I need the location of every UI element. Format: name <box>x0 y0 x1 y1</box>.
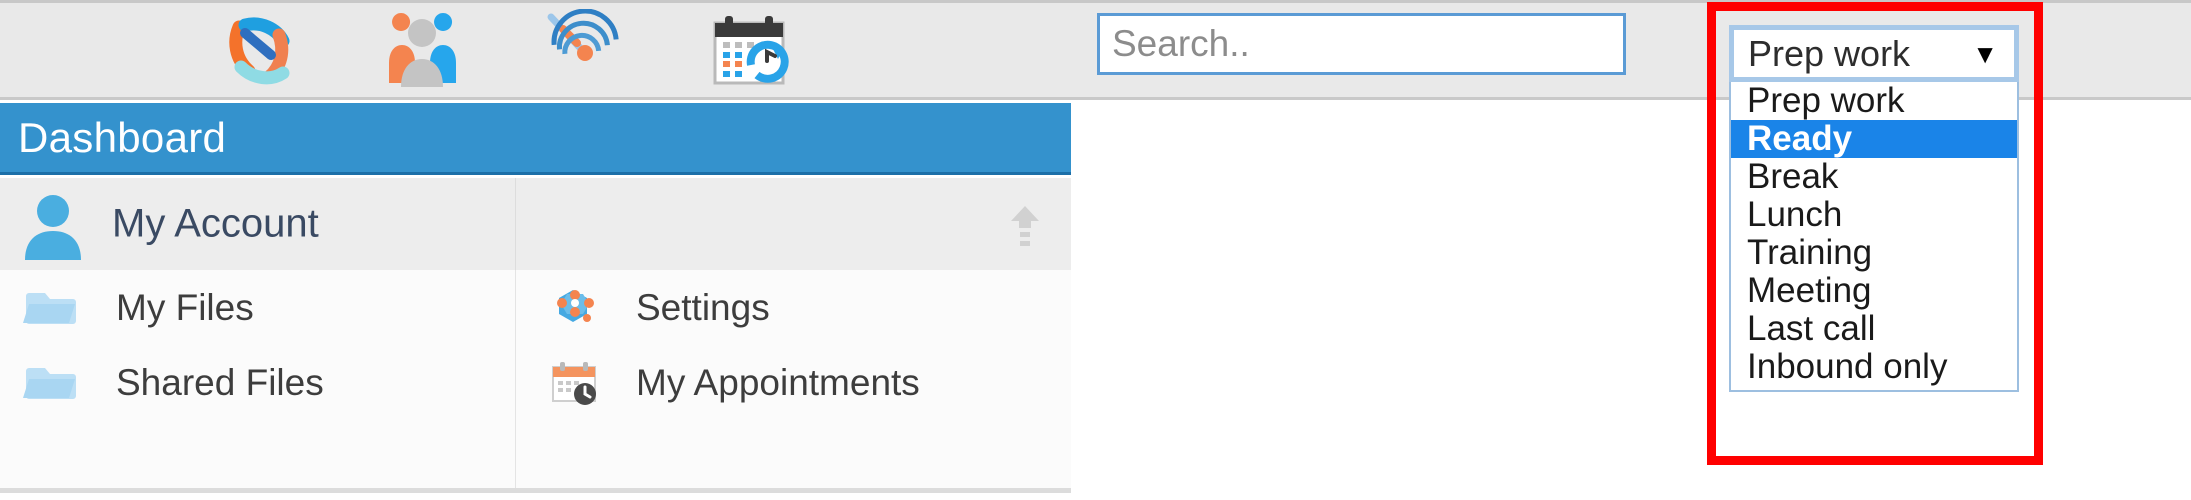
status-option-prep-work[interactable]: Prep work <box>1731 82 2017 120</box>
page-title: Dashboard <box>18 113 227 161</box>
status-option-training[interactable]: Training <box>1731 234 2017 272</box>
campaign-target-icon[interactable] <box>543 9 629 95</box>
status-option-list[interactable]: Prep work Ready Break Lunch Training Mee… <box>1729 82 2019 392</box>
status-option-lunch[interactable]: Lunch <box>1731 196 2017 234</box>
menu-item-label: My Appointments <box>636 361 920 403</box>
status-option-ready[interactable]: Ready <box>1731 120 2017 158</box>
menu-item-label: My Files <box>116 286 254 328</box>
menu-item-shared-files[interactable]: Shared Files <box>0 345 515 420</box>
dashboard-menu-area: My Files Shared Files Settings My Appoin… <box>0 270 1071 490</box>
search-input[interactable] <box>1097 13 1626 75</box>
panel-bottom-border <box>0 488 1071 493</box>
menu-item-my-appointments[interactable]: My Appointments <box>516 345 1071 420</box>
settings-gear-icon <box>546 279 604 337</box>
status-option-last-call[interactable]: Last call <box>1731 310 2017 348</box>
toolbar-icon-group <box>215 7 793 97</box>
calendar-refresh-icon[interactable] <box>707 9 793 95</box>
folder-icon <box>22 279 80 337</box>
account-row-divider <box>515 178 516 270</box>
calendar-clock-icon <box>546 354 604 412</box>
arrow-up-icon[interactable] <box>1008 204 1042 248</box>
contacts-icon[interactable] <box>379 9 465 95</box>
menu-item-label: Settings <box>636 286 770 328</box>
status-option-meeting[interactable]: Meeting <box>1731 272 2017 310</box>
avatar-icon <box>22 194 84 260</box>
menu-column-left: My Files Shared Files <box>0 270 515 420</box>
status-select[interactable]: Prep work ▼ <box>1729 25 2019 82</box>
panel-right-edge <box>1071 103 1073 493</box>
top-toolbar: Prep work ▼ Prep work Ready Break Lunch … <box>0 0 2191 392</box>
search-field-wrapper <box>1097 13 1626 75</box>
menu-item-my-files[interactable]: My Files <box>0 270 515 345</box>
status-option-inbound-only[interactable]: Inbound only <box>1731 348 2017 386</box>
folder-shared-icon <box>22 354 80 412</box>
my-account-row[interactable]: My Account <box>0 178 1071 270</box>
crm-logo-icon[interactable] <box>215 9 301 95</box>
menu-item-label: Shared Files <box>116 361 324 403</box>
status-select-value: Prep work <box>1748 32 1911 74</box>
status-option-break[interactable]: Break <box>1731 158 2017 196</box>
chevron-down-icon: ▼ <box>1972 38 1998 69</box>
my-account-label: My Account <box>112 201 319 246</box>
menu-item-settings[interactable]: Settings <box>516 270 1071 345</box>
menu-column-right: Settings My Appointments <box>516 270 1071 420</box>
dashboard-header-bar: Dashboard <box>0 103 1071 175</box>
